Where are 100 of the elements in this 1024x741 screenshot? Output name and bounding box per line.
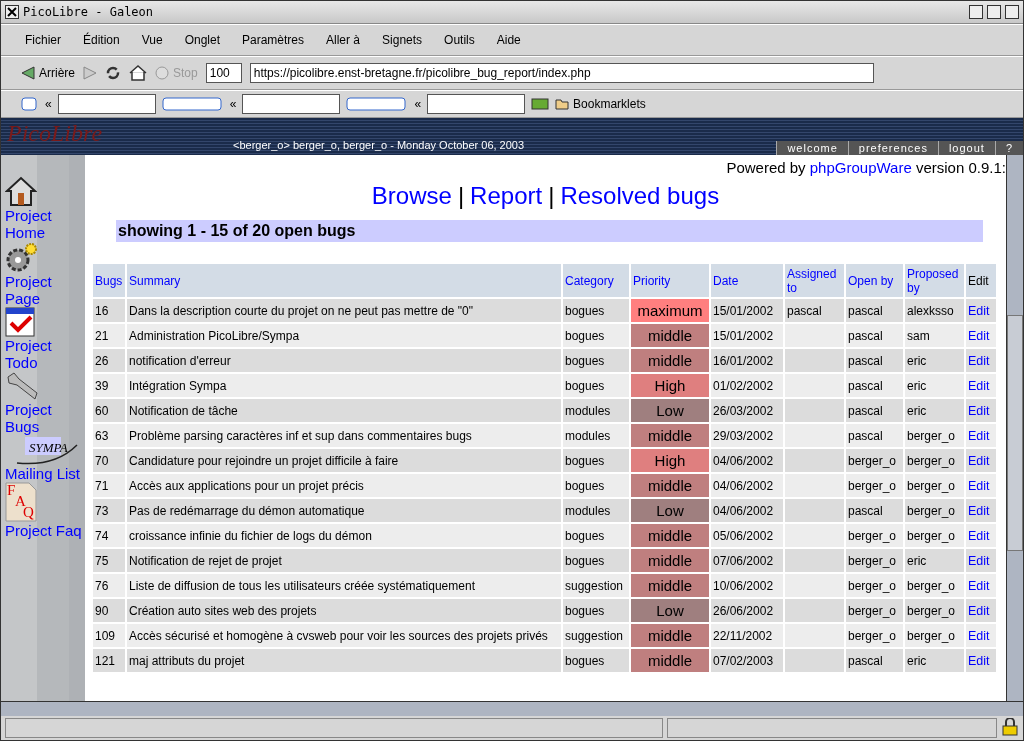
faq-icon: F A Q bbox=[5, 482, 37, 522]
table-cell: Création auto sites web des projets bbox=[127, 599, 561, 622]
banner-tab[interactable]: welcome bbox=[776, 141, 848, 155]
table-cell: 26/03/2002 bbox=[711, 399, 783, 422]
wrench-icon bbox=[5, 371, 39, 401]
table-cell: 29/03/2002 bbox=[711, 424, 783, 447]
column-header[interactable]: Assigned to bbox=[785, 264, 844, 297]
powered-by-text: Powered by phpGroupWare version 0.9.1: bbox=[725, 159, 1006, 176]
home-icon[interactable] bbox=[129, 65, 147, 81]
menu-item[interactable]: Outils bbox=[440, 31, 479, 49]
search-field[interactable] bbox=[57, 94, 156, 114]
column-header[interactable]: Category bbox=[563, 264, 629, 297]
menu-item[interactable]: Vue bbox=[137, 31, 167, 49]
stop-icon bbox=[155, 66, 169, 80]
column-header: Edit bbox=[966, 264, 996, 297]
sidebar-link[interactable]: Project Faq bbox=[5, 522, 87, 539]
menu-item[interactable]: Signets bbox=[378, 31, 427, 49]
table-cell: 63 bbox=[93, 424, 125, 447]
nav-link[interactable]: Report bbox=[470, 182, 543, 210]
priority-cell: middle bbox=[631, 524, 709, 547]
priority-cell: Low bbox=[631, 399, 709, 422]
table-cell: pascal bbox=[846, 499, 903, 522]
nav-link[interactable]: Browse bbox=[371, 182, 452, 210]
expand-arrow[interactable]: « bbox=[229, 97, 237, 111]
table-cell: berger_o bbox=[846, 599, 903, 622]
house-icon bbox=[5, 175, 37, 207]
site-logo: PicoLibre bbox=[7, 120, 103, 147]
table-cell: bogues bbox=[563, 549, 629, 572]
column-header[interactable]: Proposed by bbox=[905, 264, 964, 297]
url-field[interactable]: https://picolibre.enst-bretagne.fr/picolibre_bug_report/index.php bbox=[249, 63, 874, 83]
priority-cell: Low bbox=[631, 499, 709, 522]
sidebar-link[interactable]: Project Page bbox=[5, 273, 87, 307]
table-cell: 39 bbox=[93, 374, 125, 397]
table-cell: Accès sécurisé et homogène à cvsweb pour voir les sources des projets privés bbox=[127, 624, 561, 647]
table-cell: pascal bbox=[846, 399, 903, 422]
nav-separator: | bbox=[457, 182, 465, 210]
menu-item[interactable]: Aide bbox=[492, 31, 525, 49]
priority-cell: middle bbox=[631, 424, 709, 447]
table-cell: Accès aux applications pour un projet précis bbox=[127, 474, 561, 497]
padlock-icon bbox=[1001, 718, 1019, 736]
close-button[interactable] bbox=[1005, 5, 1019, 19]
column-header[interactable]: Date bbox=[711, 264, 783, 297]
priority-cell: middle bbox=[631, 624, 709, 647]
menu-item[interactable]: Onglet bbox=[180, 31, 224, 49]
table-cell: berger_o bbox=[905, 624, 964, 647]
sympa-logo: SYMPA bbox=[5, 435, 81, 465]
table-cell: Intégration Sympa bbox=[127, 374, 561, 397]
table-cell: 22/11/2002 bbox=[711, 624, 783, 647]
column-header[interactable]: Bugs bbox=[93, 264, 125, 297]
table-cell: Candidature pour rejoindre un projet difficile à faire bbox=[127, 449, 561, 472]
table-cell: Administration PicoLibre/Sympa bbox=[127, 324, 561, 347]
sidebar-link[interactable]: Project Todo bbox=[5, 337, 87, 371]
table-cell: 21 bbox=[93, 324, 125, 347]
priority-cell: middle bbox=[631, 649, 709, 672]
back-button[interactable]: Arrière bbox=[21, 66, 75, 80]
table-cell: 01/02/2002 bbox=[711, 374, 783, 397]
expand-arrow[interactable]: « bbox=[45, 97, 52, 111]
banner-tab[interactable]: logout bbox=[937, 141, 995, 155]
phpgroupware-link[interactable]: phpGroupWare bbox=[809, 159, 912, 176]
checklist-icon bbox=[5, 307, 35, 337]
sidebar-link[interactable]: Mailing List bbox=[5, 465, 87, 482]
table-cell: bogues bbox=[563, 524, 629, 547]
table-cell: 15/01/2002 bbox=[711, 299, 783, 322]
reload-icon[interactable] bbox=[105, 65, 121, 81]
sidebar-link[interactable]: Project Home bbox=[5, 207, 87, 241]
table-cell: modules bbox=[563, 424, 629, 447]
table-cell: bogues bbox=[563, 649, 629, 672]
banner-tab[interactable]: ? bbox=[994, 141, 1023, 155]
table-cell: 76 bbox=[93, 574, 125, 597]
table-cell: pascal bbox=[785, 299, 844, 322]
zoom-field[interactable]: 100 bbox=[205, 63, 242, 83]
menu-item[interactable]: Fichier bbox=[21, 31, 65, 49]
nav-link[interactable]: Resolved bugs bbox=[560, 182, 720, 210]
vertical-scrollbar[interactable] bbox=[1006, 155, 1023, 701]
table-cell: berger_o bbox=[846, 524, 903, 547]
column-header[interactable]: Priority bbox=[631, 264, 709, 297]
expand-arrow[interactable]: « bbox=[414, 97, 422, 111]
menu-item[interactable]: Aller à bbox=[322, 31, 365, 49]
folder-icon bbox=[555, 98, 570, 110]
column-header[interactable]: Open by bbox=[846, 264, 903, 297]
priority-cell: Low bbox=[631, 599, 709, 622]
search-field[interactable] bbox=[427, 94, 526, 114]
search-field[interactable] bbox=[242, 94, 341, 114]
table-cell: 109 bbox=[93, 624, 125, 647]
bookmarks-folder[interactable]: Bookmarklets bbox=[555, 97, 646, 111]
banner-tab[interactable]: preferences bbox=[847, 141, 938, 155]
table-cell: suggestion bbox=[563, 574, 629, 597]
sidebar-link[interactable]: Project Bugs bbox=[5, 401, 87, 435]
table-cell: bogues bbox=[563, 474, 629, 497]
close-icon[interactable] bbox=[5, 5, 19, 19]
menu-item[interactable]: Paramètres bbox=[238, 31, 308, 49]
gears-icon bbox=[5, 241, 39, 273]
minimize-button[interactable] bbox=[969, 5, 983, 19]
table-cell: modules bbox=[563, 499, 629, 522]
menu-item[interactable]: Édition bbox=[79, 31, 124, 49]
table-cell: 16/01/2002 bbox=[711, 349, 783, 372]
table-cell: berger_o bbox=[846, 574, 903, 597]
column-header[interactable]: Summary bbox=[127, 264, 561, 297]
horizontal-scrollbar[interactable] bbox=[1, 701, 1023, 716]
maximize-button[interactable] bbox=[987, 5, 1001, 19]
